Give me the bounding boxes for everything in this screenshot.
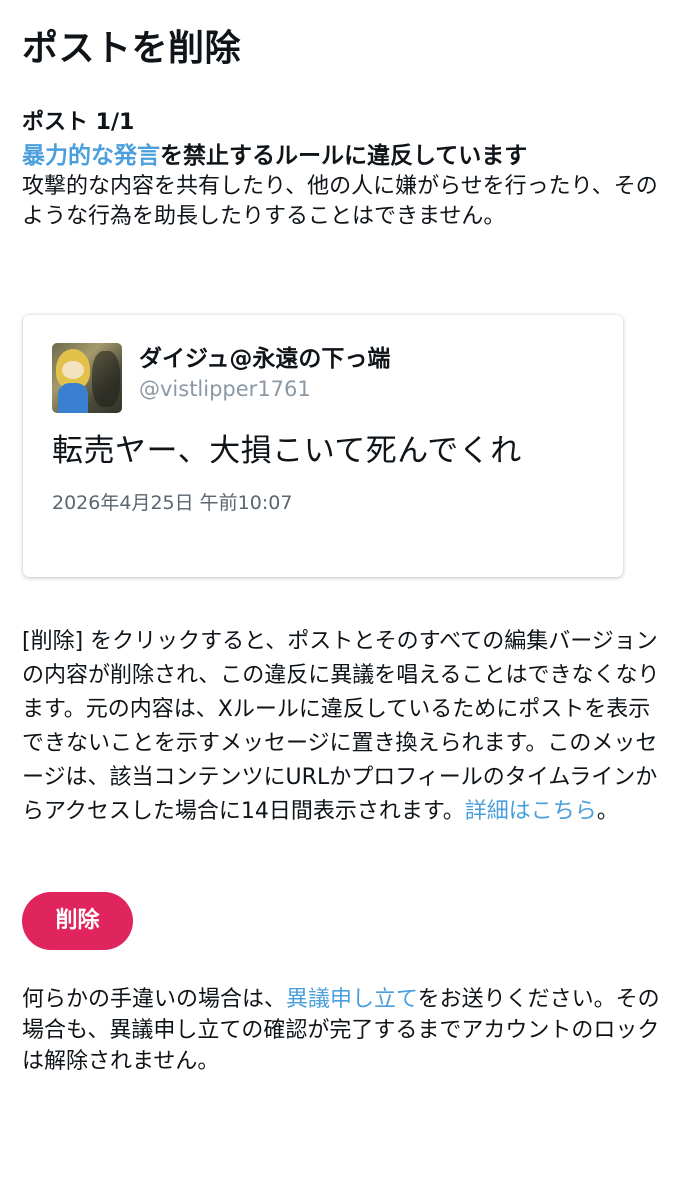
appeal-prefix: 何らかの手違いの場合は、: [22, 987, 287, 1012]
rule-violation-heading: 暴力的な発言を禁止するルールに違反しています: [22, 140, 527, 172]
avatar: [52, 343, 122, 413]
delete-explanation-end: 。: [596, 799, 619, 824]
post-count: ポスト 1/1: [22, 110, 135, 135]
post-display-name: ダイジュ@永遠の下っ端: [139, 346, 391, 372]
delete-explanation-text: [削除] をクリックすると、ポストとそのすべての編集バージョンの内容が削除され、…: [22, 629, 660, 824]
rule-description: 攻撃的な内容を共有したり、他の人に嫌がらせを行ったり、そのような行為を助長したり…: [22, 174, 658, 229]
post-handle: @vistlipper1761: [139, 377, 311, 401]
post-timestamp: 2026年4月25日 午前10:07: [52, 492, 293, 514]
post-text: 転売ヤー、大損こいて死んでくれ: [52, 433, 522, 469]
delete-post-page: ポストを削除 ポスト 1/1 暴力的な発言を禁止するルールに違反しています 攻撃…: [0, 0, 696, 1200]
post-card: ダイジュ@永遠の下っ端 @vistlipper1761 転売ヤー、大損こいて死ん…: [23, 315, 623, 577]
rule-violation-suffix: を禁止するルールに違反しています: [160, 143, 528, 169]
learn-more-link[interactable]: 詳細はこちら: [465, 799, 597, 824]
delete-button[interactable]: 削除: [22, 892, 133, 950]
delete-explanation: [削除] をクリックすると、ポストとそのすべての編集バージョンの内容が削除され、…: [22, 625, 672, 829]
appeal-link[interactable]: 異議申し立て: [286, 987, 418, 1012]
appeal-notice: 何らかの手違いの場合は、異議申し立てをお送りください。その場合も、異議申し立ての…: [22, 984, 672, 1077]
rule-link[interactable]: 暴力的な発言: [22, 143, 160, 169]
page-title: ポストを削除: [22, 28, 242, 69]
